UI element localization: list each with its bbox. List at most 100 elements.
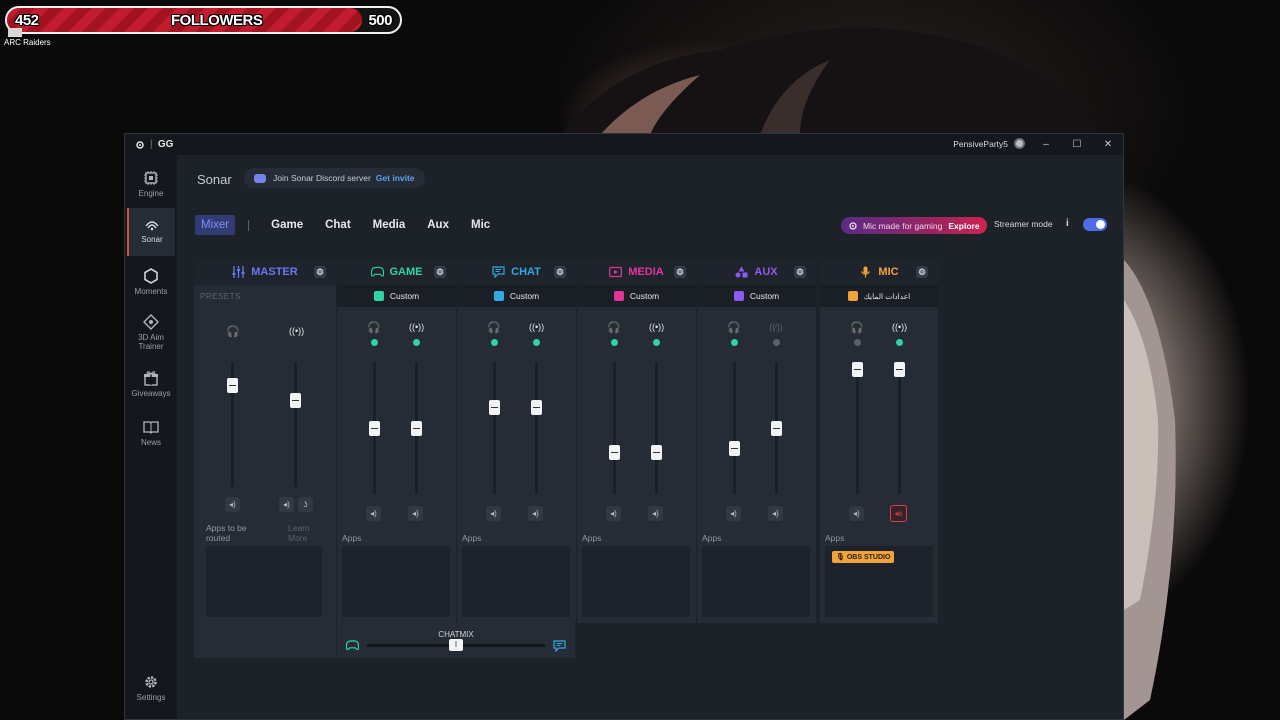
aux-stream-slider[interactable] xyxy=(771,421,782,436)
channel-settings-gear-icon[interactable]: ⚙ xyxy=(434,266,446,278)
minimize-button[interactable]: – xyxy=(1035,137,1057,152)
sidebar-label: News xyxy=(140,438,161,447)
tab-media[interactable]: Media xyxy=(373,219,406,231)
master-monitor-slider[interactable] xyxy=(227,377,238,393)
monitor-mute-button[interactable]: ◂) xyxy=(606,506,621,521)
stream-track xyxy=(535,362,538,494)
channel-name: AUX xyxy=(754,266,778,278)
preset-name: Custom xyxy=(509,291,540,301)
mic-promo-banner[interactable]: Mic made for gaming Explore xyxy=(841,217,987,234)
avatar[interactable] xyxy=(1014,138,1025,149)
master-monitor-mute-button[interactable]: ◂) xyxy=(225,497,240,512)
stream-mute-button[interactable]: ◂) xyxy=(528,506,543,521)
microphone-icon xyxy=(861,266,871,278)
gift-icon xyxy=(144,371,158,386)
sidebar-item-aim-trainer[interactable]: 3D Aim Trainer xyxy=(127,306,175,361)
channel-game: GAME ⚙ Custom 🎧 ((•)) ◂) ◂) Apps xyxy=(337,259,456,623)
explore-link[interactable]: Explore xyxy=(948,221,979,231)
chat-bubble-icon xyxy=(492,266,505,278)
channel-settings-gear-icon[interactable]: ⚙ xyxy=(314,266,326,278)
monitor-status-dot xyxy=(731,339,738,346)
stream-status-dot xyxy=(896,339,903,346)
stream-mute-button[interactable]: ◂) xyxy=(768,506,783,521)
streamer-mode-toggle[interactable] xyxy=(1083,218,1107,231)
sidebar-label: Settings xyxy=(136,693,166,702)
get-invite-link[interactable]: Get invite xyxy=(376,173,415,183)
aux-monitor-slider[interactable] xyxy=(729,440,740,456)
chatmix-slider[interactable]: I xyxy=(449,639,463,651)
sidebar-item-engine[interactable]: Engine xyxy=(127,162,175,210)
user-profile[interactable]: PensiveParty5 xyxy=(953,138,1025,149)
apps-dropzone[interactable] xyxy=(462,546,570,617)
discord-banner[interactable]: Join Sonar Discord server Get invite xyxy=(244,168,425,188)
apps-label: Apps xyxy=(342,533,362,543)
tab-chat[interactable]: Chat xyxy=(325,219,351,231)
stream-mute-button[interactable]: ◂) xyxy=(408,506,423,521)
media-stream-slider[interactable] xyxy=(651,444,662,460)
preset-selector[interactable]: Custom xyxy=(337,285,456,307)
desktop-shortcut[interactable]: ARC Raiders xyxy=(4,28,64,47)
preset-name: Custom xyxy=(749,291,780,301)
sidebar-item-news[interactable]: News xyxy=(127,411,175,459)
preset-selector[interactable]: Custom xyxy=(697,285,816,307)
monitor-mute-button[interactable]: ◂) xyxy=(486,506,501,521)
monitor-track xyxy=(493,362,496,494)
channel-settings-gear-icon[interactable]: ⚙ xyxy=(916,266,928,278)
app-chip-obs[interactable]: 🎙 OBS STUDIO xyxy=(832,551,895,563)
channel-settings-gear-icon[interactable]: ⚙ xyxy=(794,266,806,278)
monitor-mute-button[interactable]: ◂) xyxy=(849,506,864,521)
monitor-mute-button[interactable]: ◂) xyxy=(366,506,381,521)
sidebar-item-sonar[interactable]: Sonar xyxy=(127,208,175,256)
chat-stream-slider[interactable] xyxy=(531,399,542,415)
monitor-mute-button[interactable]: ◂) xyxy=(726,506,741,521)
channel-name: MEDIA xyxy=(628,266,664,278)
master-ear-button[interactable]: ʖ xyxy=(298,497,313,512)
titlebar[interactable]: | GG PensiveParty5 – ☐ ✕ xyxy=(125,134,1123,155)
preset-icon xyxy=(493,291,504,301)
sidebar-label: Sonar xyxy=(141,235,163,244)
chat-monitor-slider[interactable] xyxy=(489,399,500,415)
channel-settings-gear-icon[interactable]: ⚙ xyxy=(674,266,686,278)
broadcast-icon: ((•)) xyxy=(409,322,425,332)
game-stream-slider[interactable] xyxy=(411,421,422,436)
stream-track xyxy=(898,362,901,494)
stream-mute-button[interactable]: ◂) xyxy=(648,506,663,521)
tab-mic[interactable]: Mic xyxy=(471,219,490,231)
apps-label: Apps xyxy=(582,533,602,543)
headphones-icon: 🎧 xyxy=(607,322,621,334)
chat-bubble-icon xyxy=(553,640,566,652)
tab-game[interactable]: Game xyxy=(271,219,303,231)
preset-icon xyxy=(373,291,384,301)
close-button[interactable]: ✕ xyxy=(1097,137,1119,152)
master-stream-slider[interactable] xyxy=(290,392,301,408)
headphones-icon: 🎧 xyxy=(727,322,741,334)
apps-dropzone[interactable] xyxy=(582,546,690,617)
mic-stream-slider[interactable] xyxy=(894,361,905,377)
preset-selector[interactable]: Custom xyxy=(457,285,576,307)
preset-selector[interactable]: Custom xyxy=(577,285,696,307)
sidebar-item-moments[interactable]: Moments xyxy=(127,260,175,308)
preset-selector[interactable]: اعدادات المايك xyxy=(820,285,938,307)
mic-monitor-slider[interactable] xyxy=(852,361,863,377)
tab-mixer[interactable]: Mixer xyxy=(195,215,236,235)
info-icon[interactable]: i xyxy=(1066,218,1069,229)
channel-media: MEDIA ⚙ Custom 🎧 ((•)) ◂) ◂) Apps xyxy=(577,259,696,623)
master-stream-mute-button[interactable]: ◂) xyxy=(279,497,294,512)
learn-more-link[interactable]: Learn More xyxy=(288,523,318,543)
sidebar-item-settings[interactable]: Settings xyxy=(127,666,175,714)
monitor-track xyxy=(856,362,859,494)
channel-header: GAME ⚙ xyxy=(337,259,456,285)
channel-settings-gear-icon[interactable]: ⚙ xyxy=(554,266,566,278)
game-monitor-slider[interactable] xyxy=(369,421,380,436)
maximize-button[interactable]: ☐ xyxy=(1066,137,1088,152)
apps-dropzone[interactable] xyxy=(206,546,322,617)
apps-dropzone[interactable] xyxy=(702,546,810,617)
channel-master: MASTER ⚙ PRESETS 🎧 ((•)) ◂) ◂) ʖ Apps to… xyxy=(194,259,336,658)
apps-dropzone[interactable] xyxy=(342,546,450,617)
tab-aux[interactable]: Aux xyxy=(427,219,449,231)
stream-muted-button[interactable]: ◂x xyxy=(890,505,907,522)
discord-icon xyxy=(254,173,266,183)
monitor-track xyxy=(733,362,736,494)
media-monitor-slider[interactable] xyxy=(609,444,620,460)
sidebar-item-giveaways[interactable]: Giveaways xyxy=(127,362,175,410)
